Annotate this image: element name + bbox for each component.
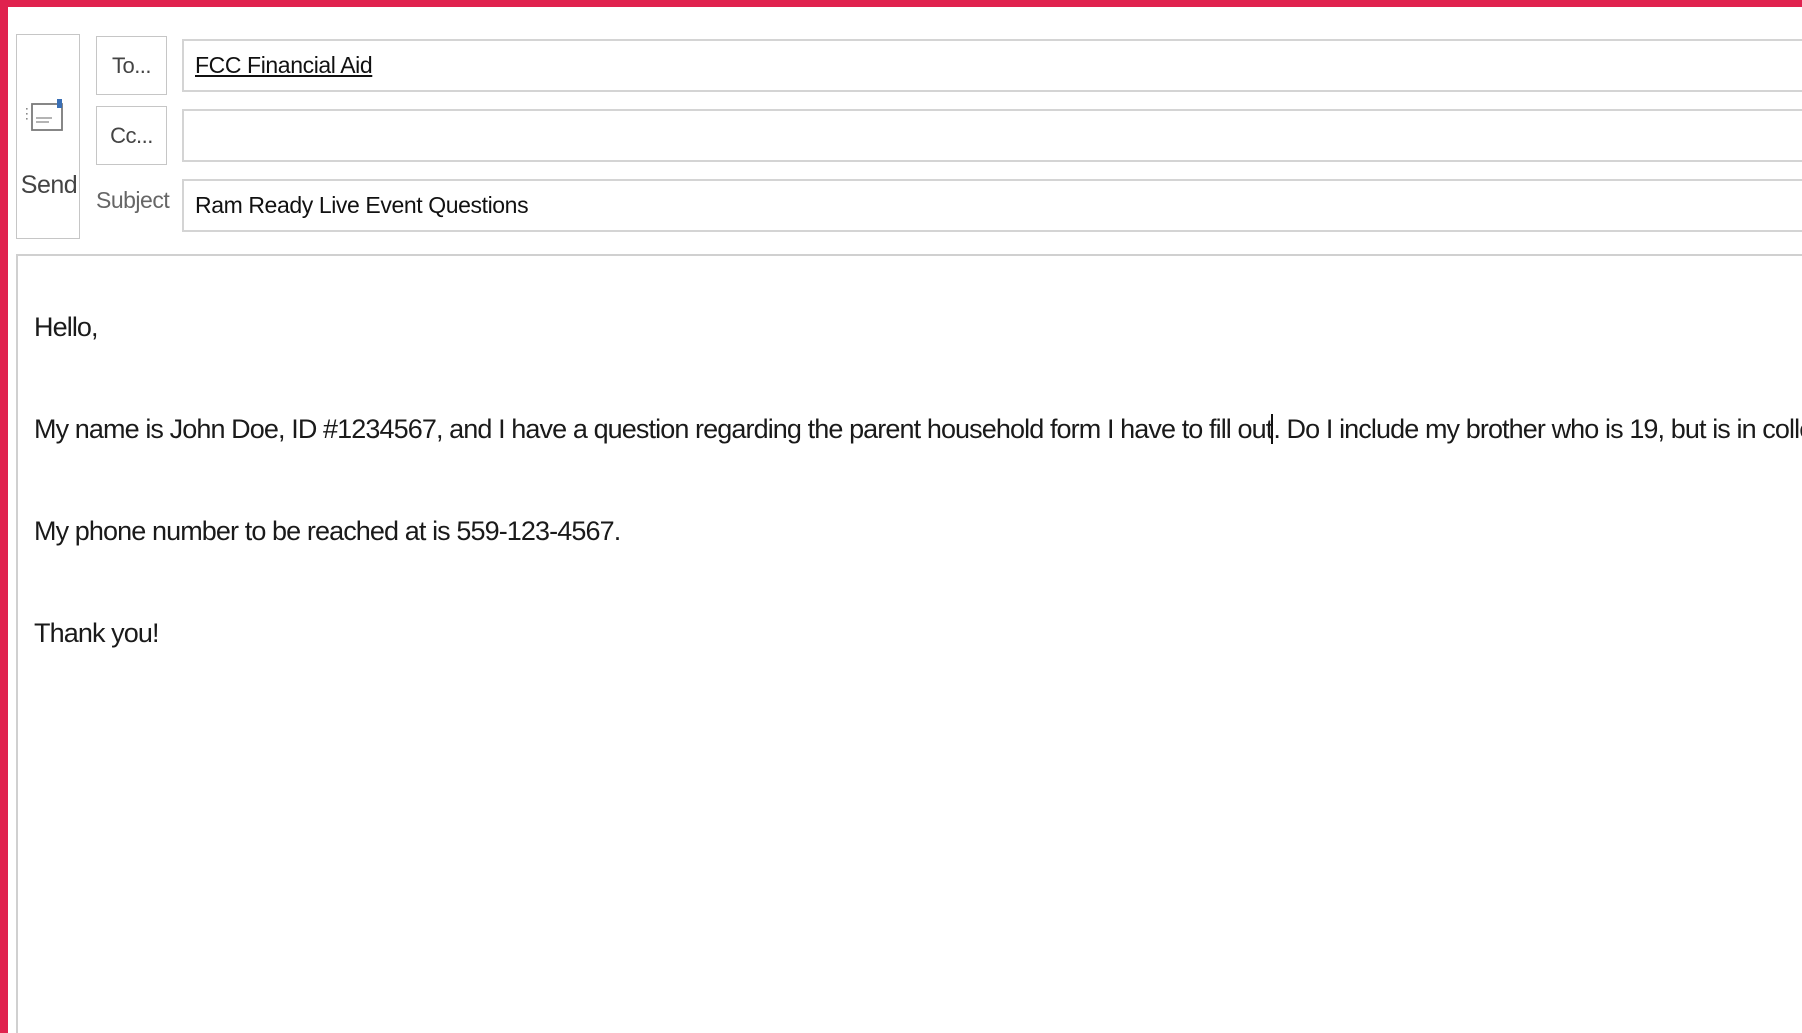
send-label: Send [20,171,78,199]
email-compose-window: Send To... Cc... Subject FCC Financial A… [8,7,1802,1033]
cc-button[interactable]: Cc... [96,106,167,165]
to-button[interactable]: To... [96,36,167,95]
greeting-text: Hello, [34,312,99,342]
subject-label: Subject [96,187,170,213]
to-field[interactable]: FCC Financial Aid [182,39,1802,92]
closing-text: Thank you! [34,618,159,648]
question-paragraph: My name is John Doe, ID #1234567, and I … [34,414,1802,445]
send-button[interactable]: Send [16,34,80,239]
recipient-fcc-financial-aid[interactable]: FCC Financial Aid [195,52,373,78]
message-body[interactable]: Hello, My name is John Doe, ID #1234567,… [16,254,1802,1033]
phone-line-text: My phone number to be reached at is 559-… [34,516,621,546]
question-text-part-2: . Do I include my brother who is 19, but… [1273,414,1802,444]
subject-field[interactable]: Ram Ready Live Event Questions [182,179,1802,232]
question-text-part-1: My name is John Doe, ID #1234567, and I … [34,414,1273,444]
send-envelope-icon [26,99,63,131]
compose-header: Send To... Cc... Subject FCC Financial A… [8,7,1802,254]
cc-field[interactable] [182,109,1802,162]
